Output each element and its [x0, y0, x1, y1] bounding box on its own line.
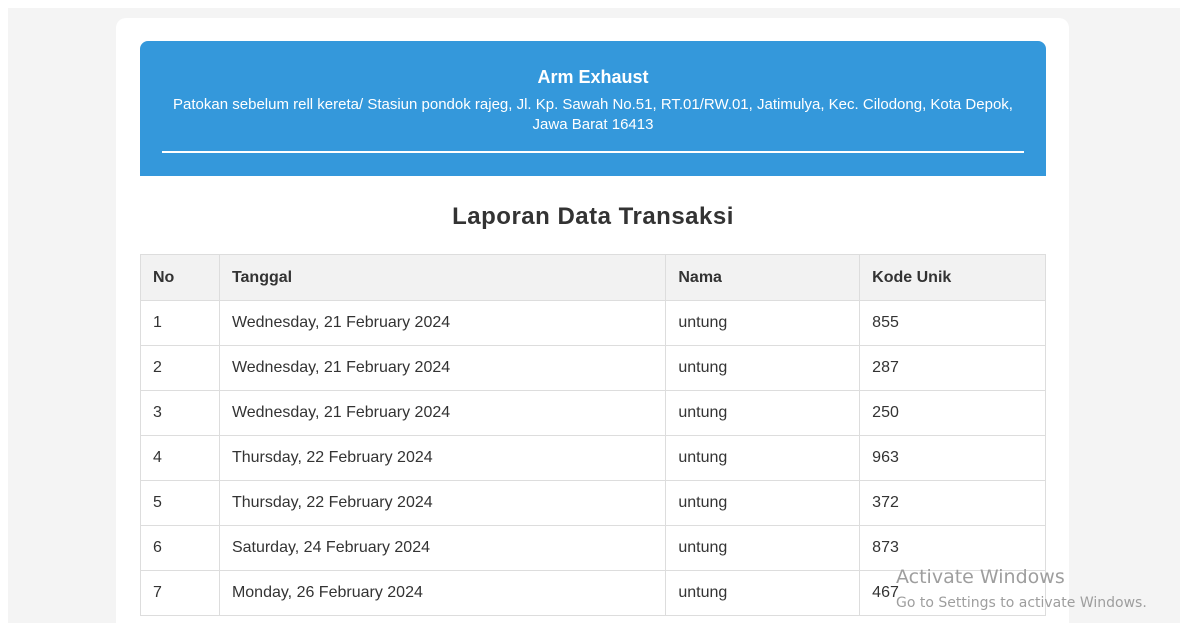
report-card: Arm Exhaust Patokan sebelum rell kereta/… [116, 18, 1069, 638]
store-name: Arm Exhaust [537, 67, 649, 87]
cell-nama: untung [665, 300, 861, 346]
table-row: 2 Wednesday, 21 February 2024 untung 287 [140, 345, 1046, 391]
table-header-row: No Tanggal Nama Kode Unik [140, 254, 1046, 301]
cell-nama: untung [665, 480, 861, 526]
cell-no: 7 [140, 570, 220, 616]
store-address: Patokan sebelum rell kereta/ Stasiun pon… [173, 96, 1013, 133]
cell-tanggal: Thursday, 22 February 2024 [218, 480, 667, 526]
table-row: 4 Thursday, 22 February 2024 untung 963 [140, 435, 1046, 481]
cell-no: 4 [140, 435, 220, 481]
cell-tanggal: Saturday, 24 February 2024 [218, 525, 667, 571]
cell-tanggal: Wednesday, 21 February 2024 [218, 390, 667, 436]
cell-no: 5 [140, 480, 220, 526]
table-row: 5 Thursday, 22 February 2024 untung 372 [140, 480, 1046, 526]
cell-no: 2 [140, 345, 220, 391]
report-title: Laporan Data Transaksi [452, 203, 734, 230]
table-row: 1 Wednesday, 21 February 2024 untung 855 [140, 300, 1046, 346]
cell-kode-unik: 372 [859, 480, 1046, 526]
cell-kode-unik: 250 [859, 390, 1046, 436]
cell-tanggal: Wednesday, 21 February 2024 [218, 300, 667, 346]
cell-nama: untung [665, 570, 861, 616]
column-header-tanggal: Tanggal [218, 254, 667, 301]
cell-nama: untung [665, 435, 861, 481]
activate-windows-watermark: Activate Windows Go to Settings to activ… [896, 565, 1147, 613]
column-header-nama: Nama [665, 254, 861, 301]
column-header-kode-unik: Kode Unik [859, 254, 1046, 301]
watermark-subtitle: Go to Settings to activate Windows. [896, 595, 1147, 611]
column-header-no: No [140, 254, 220, 301]
store-header: Arm Exhaust Patokan sebelum rell kereta/… [140, 41, 1046, 176]
cell-nama: untung [665, 390, 861, 436]
cell-kode-unik: 287 [859, 345, 1046, 391]
cell-no: 3 [140, 390, 220, 436]
cell-kode-unik: 873 [859, 525, 1046, 571]
table-row: 6 Saturday, 24 February 2024 untung 873 [140, 525, 1046, 571]
cell-nama: untung [665, 525, 861, 571]
cell-tanggal: Thursday, 22 February 2024 [218, 435, 667, 481]
transactions-table: No Tanggal Nama Kode Unik 1 Wednesday, 2… [140, 254, 1046, 616]
header-divider [162, 151, 1024, 153]
cell-nama: untung [665, 345, 861, 391]
watermark-title: Activate Windows [896, 566, 1065, 588]
cell-no: 1 [140, 300, 220, 346]
cell-kode-unik: 963 [859, 435, 1046, 481]
cell-kode-unik: 855 [859, 300, 1046, 346]
cell-tanggal: Monday, 26 February 2024 [218, 570, 667, 616]
cell-tanggal: Wednesday, 21 February 2024 [218, 345, 667, 391]
table-row: 3 Wednesday, 21 February 2024 untung 250 [140, 390, 1046, 436]
cell-no: 6 [140, 525, 220, 571]
